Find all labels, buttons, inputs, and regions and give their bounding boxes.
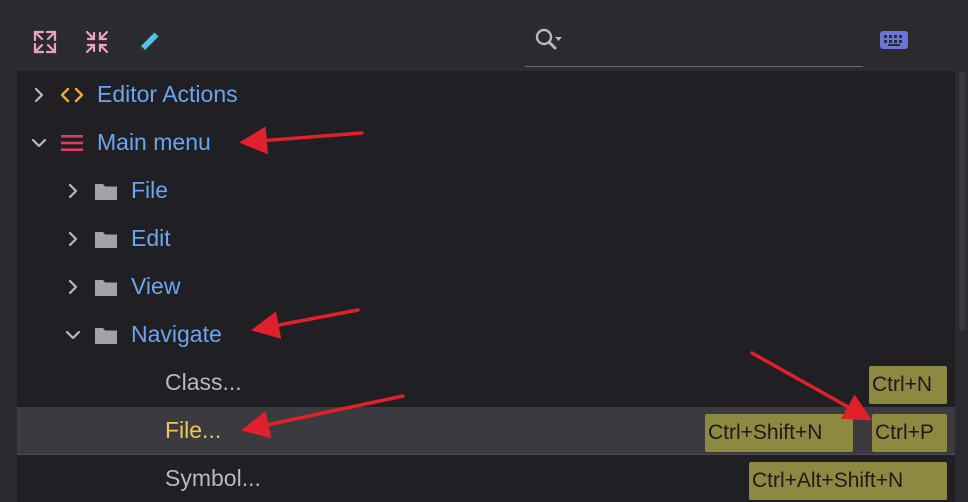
- chevron-right-icon[interactable]: [64, 278, 82, 296]
- tree-item-editor-actions[interactable]: Editor Actions: [17, 71, 955, 119]
- collapse-all-icon[interactable]: [83, 28, 111, 56]
- chevron-right-icon[interactable]: [64, 230, 82, 248]
- edit-icon[interactable]: [135, 28, 163, 56]
- tree-item-label: View: [131, 273, 181, 299]
- search-field[interactable]: [525, 20, 863, 67]
- code-brackets-icon: [60, 87, 84, 103]
- tree-item-file[interactable]: File: [17, 167, 955, 215]
- expand-all-icon[interactable]: [31, 28, 59, 56]
- shortcut-badge: Ctrl+P: [872, 414, 947, 452]
- search-input[interactable]: [569, 28, 853, 60]
- folder-icon: [95, 232, 117, 248]
- tree-item-view[interactable]: View: [17, 263, 955, 311]
- tree-item-label: Navigate: [131, 321, 222, 347]
- chevron-right-icon[interactable]: [64, 182, 82, 200]
- tree-item-navigate[interactable]: Navigate: [17, 311, 955, 359]
- shortcut-badge: Ctrl+Shift+N: [705, 414, 853, 452]
- tree-item-class-action[interactable]: Class... Ctrl+N: [17, 359, 955, 407]
- folder-icon: [95, 328, 117, 344]
- menu-lines-icon: [61, 135, 83, 151]
- tree-item-label: File: [131, 177, 169, 203]
- search-icon[interactable]: [533, 26, 563, 56]
- keyboard-icon[interactable]: [879, 29, 909, 51]
- chevron-down-icon[interactable]: [30, 134, 48, 152]
- tree-item-label: Main menu: [97, 129, 211, 155]
- tree-item-label: File...: [165, 417, 222, 443]
- shortcut-badge: Ctrl+Alt+Shift+N: [749, 462, 947, 500]
- tree-item-label: Symbol...: [165, 465, 261, 491]
- toolbar: [0, 0, 968, 71]
- tree-item-label: Editor Actions: [97, 81, 238, 107]
- tree-item-main-menu[interactable]: Main menu: [17, 119, 955, 167]
- tree-item-label: Class...: [165, 369, 242, 395]
- shortcut-badge: Ctrl+N: [869, 366, 947, 404]
- scrollbar-thumb[interactable]: [959, 71, 965, 331]
- folder-icon: [95, 280, 117, 296]
- vertical-scrollbar[interactable]: [955, 71, 968, 502]
- chevron-right-icon[interactable]: [30, 86, 48, 104]
- tree-item-symbol-action[interactable]: Symbol... Ctrl+Alt+Shift+N: [17, 455, 955, 502]
- tree-item-label: Edit: [131, 225, 171, 251]
- chevron-down-icon[interactable]: [64, 326, 82, 344]
- tree-item-edit[interactable]: Edit: [17, 215, 955, 263]
- folder-icon: [95, 184, 117, 200]
- keymap-tree: Editor Actions Main menu File Edit View …: [17, 71, 955, 502]
- tree-item-file-action[interactable]: File... Ctrl+Shift+N Ctrl+P: [17, 407, 955, 455]
